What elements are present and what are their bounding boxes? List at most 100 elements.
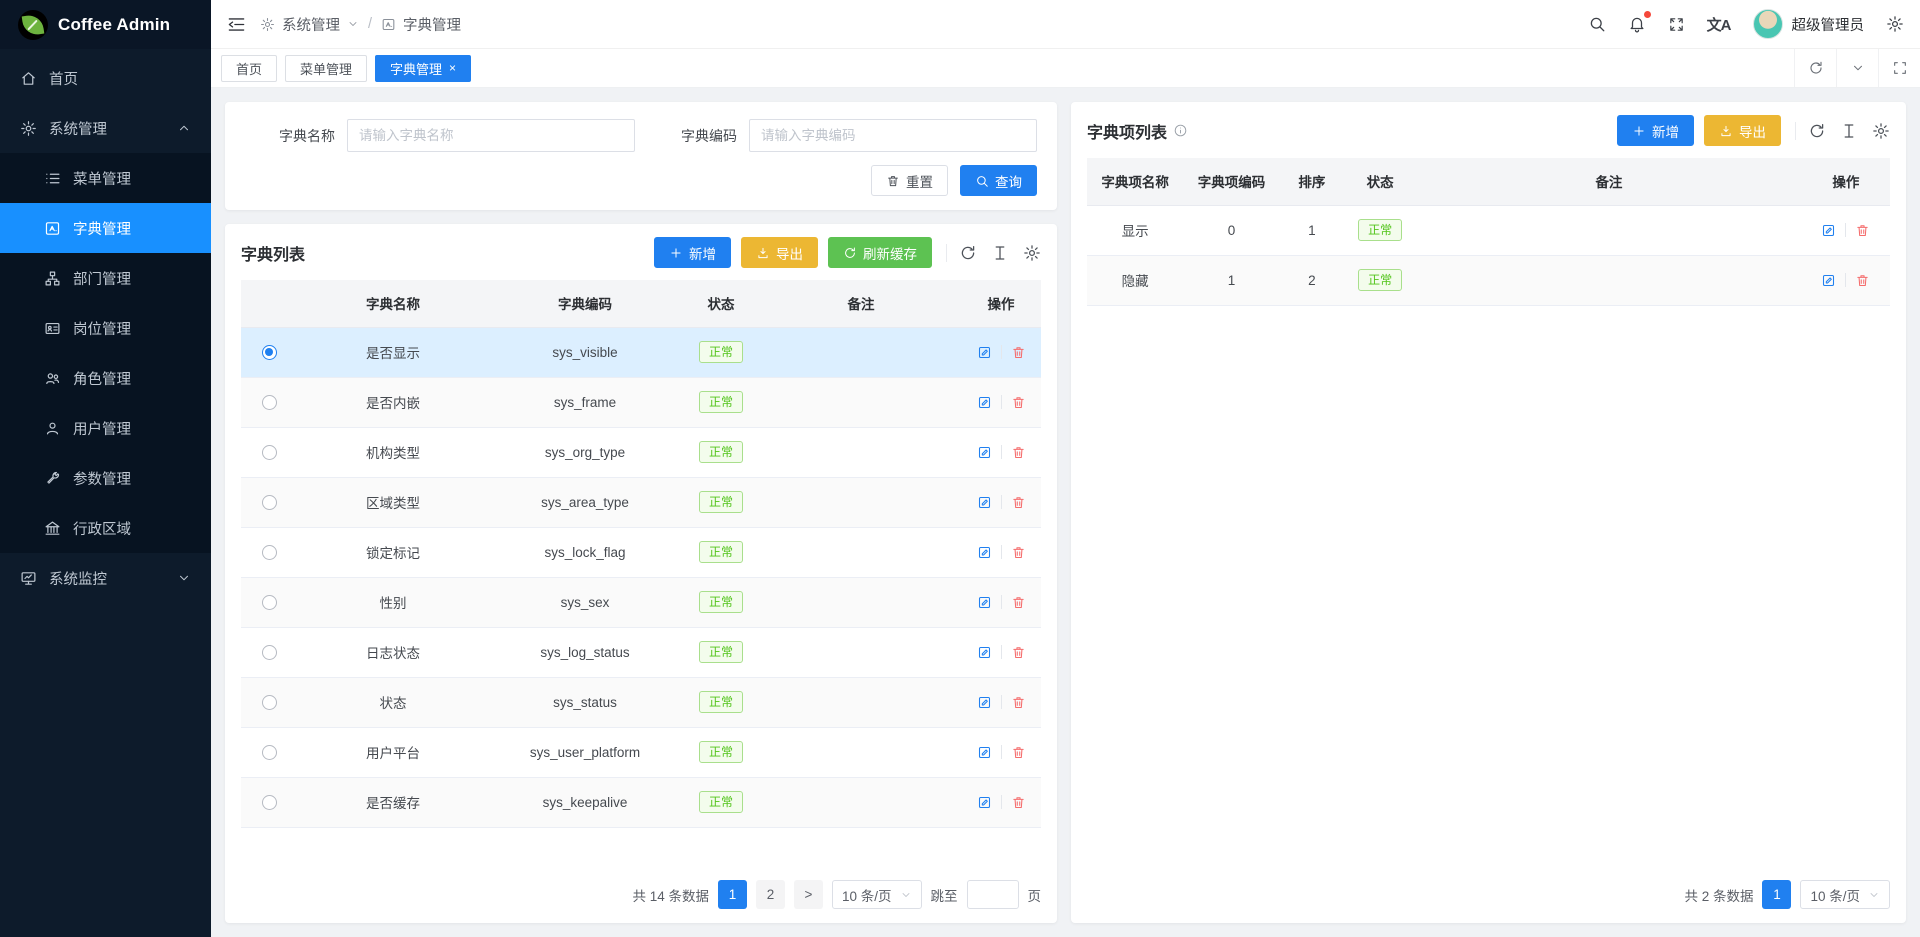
jump-page-input[interactable]	[967, 880, 1019, 909]
edit-icon[interactable]	[1821, 273, 1836, 288]
delete-icon[interactable]	[1011, 395, 1026, 410]
notification-bell-icon[interactable]	[1628, 15, 1646, 33]
edit-icon[interactable]	[977, 545, 992, 560]
table-row[interactable]: 性别 sys_sex 正常	[241, 577, 1041, 627]
row-radio[interactable]	[262, 695, 277, 710]
edit-icon[interactable]	[977, 795, 992, 810]
column-settings-icon[interactable]	[1023, 244, 1041, 262]
sidebar-item-dept-mgmt[interactable]: 部门管理	[0, 253, 211, 303]
tab-menu-mgmt[interactable]: 菜单管理	[285, 55, 367, 82]
sidebar-item-dict-mgmt[interactable]: 字典管理	[0, 203, 211, 253]
row-radio[interactable]	[262, 595, 277, 610]
tab-dict-mgmt[interactable]: 字典管理 ×	[375, 55, 471, 82]
translate-icon[interactable]: 文A	[1707, 14, 1731, 35]
delete-icon[interactable]	[1011, 745, 1026, 760]
tab-options-chevron-icon[interactable]	[1836, 49, 1878, 87]
table-row[interactable]: 机构类型 sys_org_type 正常	[241, 427, 1041, 477]
column-settings-icon[interactable]	[1872, 122, 1890, 140]
fullscreen-icon[interactable]	[1668, 16, 1685, 33]
delete-icon[interactable]	[1011, 645, 1026, 660]
next-page-button[interactable]: >	[794, 880, 823, 909]
sidebar-item-system[interactable]: 系统管理	[0, 103, 211, 153]
maximize-content-icon[interactable]	[1878, 49, 1920, 87]
delete-icon[interactable]	[1011, 595, 1026, 610]
delete-icon[interactable]	[1011, 495, 1026, 510]
row-height-icon[interactable]	[991, 244, 1009, 262]
sidebar-item-post-mgmt[interactable]: 岗位管理	[0, 303, 211, 353]
page-button-1[interactable]: 1	[1762, 880, 1791, 909]
refresh-page-icon[interactable]	[1794, 49, 1836, 87]
delete-icon[interactable]	[1011, 445, 1026, 460]
sidebar-item-monitor[interactable]: 系统监控	[0, 553, 211, 603]
table-row[interactable]: 状态 sys_status 正常	[241, 677, 1041, 727]
tab-home[interactable]: 首页	[221, 55, 277, 82]
app-logo[interactable]: Coffee Admin	[0, 0, 211, 49]
edit-icon[interactable]	[977, 495, 992, 510]
page-button-1[interactable]: 1	[718, 880, 747, 909]
user-menu[interactable]: 超级管理员	[1753, 9, 1865, 39]
edit-icon[interactable]	[977, 345, 992, 360]
settings-gear-icon[interactable]	[1886, 15, 1904, 33]
breadcrumb-group[interactable]: 系统管理	[282, 14, 340, 35]
sidebar-item-user-mgmt[interactable]: 用户管理	[0, 403, 211, 453]
delete-icon[interactable]	[1011, 795, 1026, 810]
delete-icon[interactable]	[1855, 223, 1870, 238]
sidebar-item-home[interactable]: 首页	[0, 53, 211, 103]
export-item-button[interactable]: 导出	[1704, 115, 1781, 146]
edit-icon[interactable]	[977, 445, 992, 460]
query-button[interactable]: 查询	[960, 165, 1037, 196]
row-radio[interactable]	[262, 745, 277, 760]
dict-name-label: 字典名称	[279, 126, 335, 146]
table-row[interactable]: 是否缓存 sys_keepalive 正常	[241, 777, 1041, 827]
table-row[interactable]: 用户平台 sys_user_platform 正常	[241, 727, 1041, 777]
row-radio[interactable]	[262, 645, 277, 660]
delete-icon[interactable]	[1011, 695, 1026, 710]
sidebar-item-param-mgmt[interactable]: 参数管理	[0, 453, 211, 503]
edit-icon[interactable]	[977, 395, 992, 410]
page-size-select[interactable]: 10 条/页	[832, 880, 922, 909]
monitor-icon	[20, 570, 37, 587]
reload-table-icon[interactable]	[959, 244, 977, 262]
edit-icon[interactable]	[977, 645, 992, 660]
row-radio[interactable]	[262, 545, 277, 560]
page-button-2[interactable]: 2	[756, 880, 785, 909]
search-icon[interactable]	[1588, 15, 1606, 33]
dict-code-input[interactable]	[749, 119, 1037, 152]
row-radio[interactable]	[262, 345, 277, 360]
table-row[interactable]: 日志状态 sys_log_status 正常	[241, 627, 1041, 677]
reload-table-icon[interactable]	[1808, 122, 1826, 140]
page-size-select[interactable]: 10 条/页	[1800, 880, 1890, 909]
delete-icon[interactable]	[1855, 273, 1870, 288]
row-radio[interactable]	[262, 445, 277, 460]
edit-icon[interactable]	[977, 595, 992, 610]
table-row[interactable]: 锁定标记 sys_lock_flag 正常	[241, 527, 1041, 577]
row-radio[interactable]	[262, 395, 277, 410]
row-radio[interactable]	[262, 495, 277, 510]
refresh-cache-button[interactable]: 刷新缓存	[828, 237, 932, 268]
table-row[interactable]: 隐藏 1 2 正常	[1087, 255, 1890, 305]
table-row[interactable]: 是否内嵌 sys_frame 正常	[241, 377, 1041, 427]
add-dict-button[interactable]: 新增	[654, 237, 731, 268]
dictionary-icon	[381, 17, 396, 32]
sidebar-item-admin-region[interactable]: 行政区域	[0, 503, 211, 553]
row-radio[interactable]	[262, 795, 277, 810]
dict-name-input[interactable]	[347, 119, 635, 152]
edit-icon[interactable]	[977, 695, 992, 710]
edit-icon[interactable]	[977, 745, 992, 760]
export-dict-button[interactable]: 导出	[741, 237, 818, 268]
sidebar-item-role-mgmt[interactable]: 角色管理	[0, 353, 211, 403]
delete-icon[interactable]	[1011, 545, 1026, 560]
close-tab-icon[interactable]: ×	[449, 62, 456, 74]
sidebar-item-menu-mgmt[interactable]: 菜单管理	[0, 153, 211, 203]
search-panel: 字典名称 字典编码 重置 查询	[225, 102, 1057, 210]
table-row[interactable]: 显示 0 1 正常	[1087, 205, 1890, 255]
reset-button[interactable]: 重置	[871, 165, 948, 196]
add-item-button[interactable]: 新增	[1617, 115, 1694, 146]
status-badge: 正常	[699, 641, 743, 663]
table-row[interactable]: 区域类型 sys_area_type 正常	[241, 477, 1041, 527]
table-row[interactable]: 是否显示 sys_visible 正常	[241, 327, 1041, 377]
delete-icon[interactable]	[1011, 345, 1026, 360]
collapse-sidebar-icon[interactable]	[227, 15, 246, 34]
edit-icon[interactable]	[1821, 223, 1836, 238]
row-height-icon[interactable]	[1840, 122, 1858, 140]
